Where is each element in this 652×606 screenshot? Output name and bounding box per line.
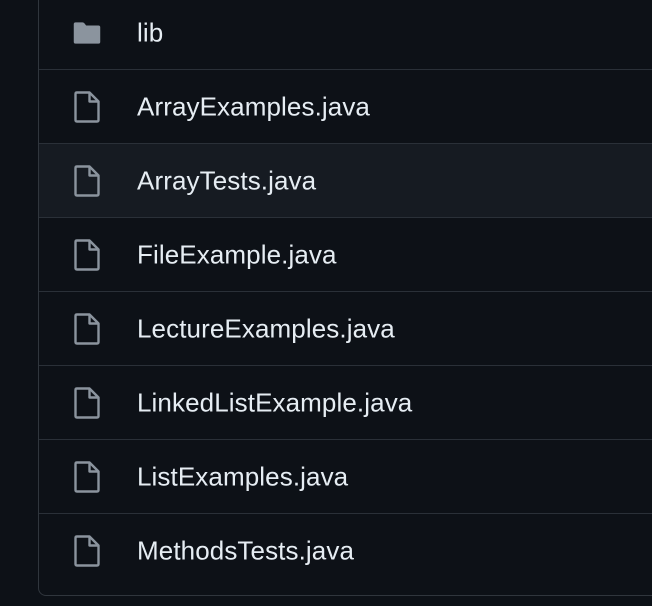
file-row-arrayexamples[interactable]: ArrayExamples.java (39, 69, 652, 143)
file-row-fileexample[interactable]: FileExample.java (39, 217, 652, 291)
file-row-methodstests[interactable]: MethodsTests.java (39, 513, 652, 587)
file-icon (72, 534, 102, 567)
file-name[interactable]: LinkedListExample.java (137, 387, 412, 418)
file-icon (72, 238, 102, 271)
file-row-arraytests[interactable]: ArrayTests.java (39, 143, 652, 217)
file-row-listexamples[interactable]: ListExamples.java (39, 439, 652, 513)
file-row-lectureexamples[interactable]: LectureExamples.java (39, 291, 652, 365)
file-name[interactable]: ArrayTests.java (137, 165, 316, 196)
folder-icon (72, 18, 102, 48)
file-icon (72, 312, 102, 345)
file-list-panel: lib ArrayExamples.java ArrayTests.java F… (38, 0, 652, 596)
file-icon (72, 164, 102, 197)
file-name[interactable]: LectureExamples.java (137, 313, 395, 344)
file-name[interactable]: ListExamples.java (137, 461, 348, 492)
file-name[interactable]: lib (137, 17, 163, 48)
file-row-lib[interactable]: lib (39, 0, 652, 69)
file-name[interactable]: MethodsTests.java (137, 535, 354, 566)
file-name[interactable]: FileExample.java (137, 239, 337, 270)
file-icon (72, 460, 102, 493)
file-icon (72, 90, 102, 123)
file-icon (72, 386, 102, 419)
file-name[interactable]: ArrayExamples.java (137, 91, 370, 122)
file-row-linkedlistexample[interactable]: LinkedListExample.java (39, 365, 652, 439)
